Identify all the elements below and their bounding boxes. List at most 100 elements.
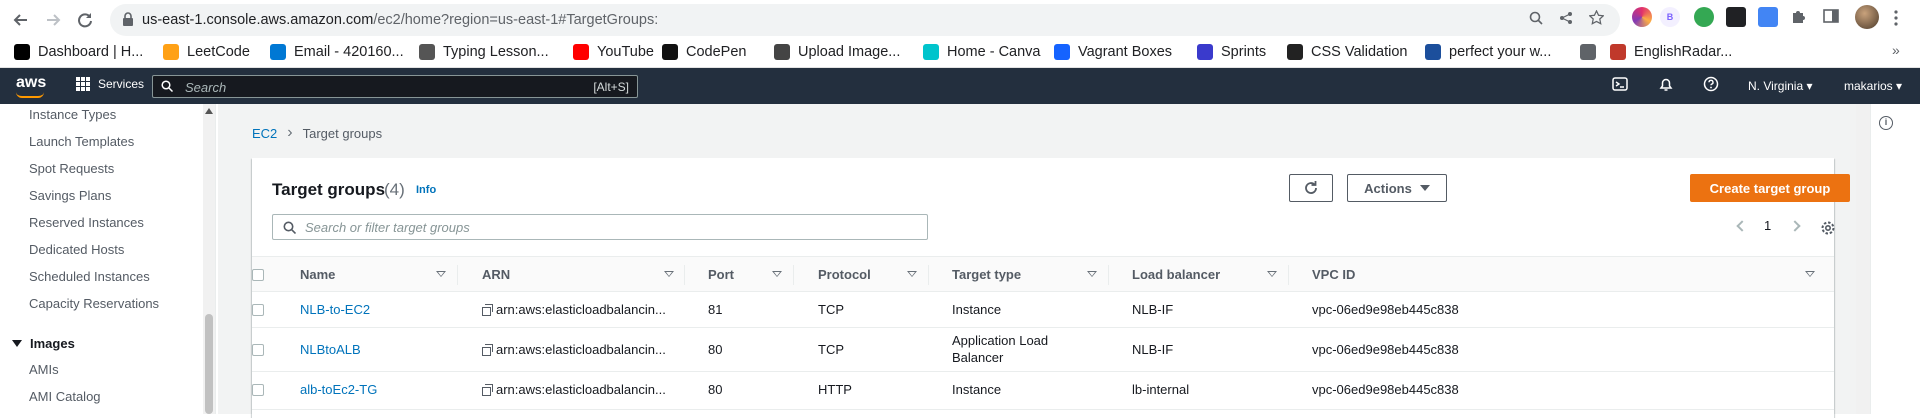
actions-button[interactable]: Actions xyxy=(1347,174,1447,202)
browser-chrome: us-east-1.console.aws.amazon.com/ec2/hom… xyxy=(0,0,1920,68)
gear-icon[interactable] xyxy=(1820,220,1836,236)
forward-icon[interactable] xyxy=(38,5,68,35)
bookmark-item[interactable]: Email - 420160... xyxy=(270,42,404,62)
target-group-name-link[interactable]: NLB-to-EC2 xyxy=(300,302,370,317)
back-icon[interactable] xyxy=(6,5,36,35)
bookmark-item[interactable]: EnglishRadar... xyxy=(1610,42,1732,62)
sort-icon[interactable] xyxy=(907,271,917,277)
sort-icon[interactable] xyxy=(1805,271,1815,277)
sidebar-section-images[interactable]: Images xyxy=(12,336,75,351)
aws-logo[interactable]: aws xyxy=(16,74,46,98)
create-target-group-button[interactable]: Create target group xyxy=(1690,174,1850,202)
zoom-icon[interactable] xyxy=(1526,10,1546,30)
bookmark-star-icon[interactable] xyxy=(1586,9,1606,30)
b-ext-icon[interactable]: B xyxy=(1660,7,1680,27)
bookmarks-overflow-icon[interactable]: » xyxy=(1892,42,1900,58)
bookmark-label: Sprints xyxy=(1221,44,1267,60)
copy-icon[interactable] xyxy=(482,343,493,356)
table-row[interactable]: NLB-to-EC2 arn:aws:elasticloadbalancin..… xyxy=(252,292,1834,328)
sidebar-item-dedicated-hosts[interactable]: Dedicated Hosts xyxy=(29,242,124,257)
share-icon[interactable] xyxy=(1556,10,1576,30)
sidepanel-icon[interactable] xyxy=(1822,7,1842,27)
sidebar-item-reserved-instances[interactable]: Reserved Instances xyxy=(29,215,144,230)
column-name[interactable]: Name xyxy=(300,267,335,282)
page-title: Target groups xyxy=(272,180,386,199)
notifications-bell-icon[interactable] xyxy=(1656,76,1676,96)
cloudshell-icon[interactable] xyxy=(1610,76,1630,96)
bookmark-item[interactable]: Home - Canva xyxy=(923,42,1040,62)
bookmark-item[interactable] xyxy=(1580,42,1604,62)
scroll-up-icon[interactable] xyxy=(205,108,213,114)
green-ext-icon[interactable] xyxy=(1694,7,1714,27)
select-all-checkbox[interactable] xyxy=(252,269,264,281)
sidebar-item-scheduled-instances[interactable]: Scheduled Instances xyxy=(29,269,150,284)
sidebar-scrollbar[interactable] xyxy=(203,104,215,414)
bookmark-item[interactable]: LeetCode xyxy=(163,42,250,62)
refresh-button[interactable] xyxy=(1289,174,1333,202)
translate-ext-icon[interactable] xyxy=(1758,7,1778,27)
sort-icon[interactable] xyxy=(772,271,782,277)
row-checkbox[interactable] xyxy=(252,344,264,356)
column-vpc-id[interactable]: VPC ID xyxy=(1312,267,1355,282)
bookmark-item[interactable]: CodePen xyxy=(662,42,746,62)
youtube-icon xyxy=(573,44,589,60)
sort-icon[interactable] xyxy=(1267,271,1277,277)
extensions-puzzle-icon[interactable] xyxy=(1790,7,1810,27)
copy-icon[interactable] xyxy=(482,303,493,316)
sort-icon[interactable] xyxy=(436,271,446,277)
bookmark-label: YouTube xyxy=(597,44,654,60)
column-target-type[interactable]: Target type xyxy=(952,267,1021,282)
copy-icon[interactable] xyxy=(482,383,493,396)
chrome-menu-icon[interactable] xyxy=(1894,10,1898,26)
sidebar-item-launch-templates[interactable]: Launch Templates xyxy=(29,134,134,149)
sidebar-item-spot-requests[interactable]: Spot Requests xyxy=(29,161,114,176)
column-arn[interactable]: ARN xyxy=(482,267,510,282)
services-menu-button[interactable]: Services xyxy=(76,77,144,91)
sidebar-item-ami-catalog[interactable]: AMI Catalog xyxy=(29,389,101,404)
console-search-input[interactable]: Search [Alt+S] xyxy=(152,75,638,98)
target-group-name-link[interactable]: alb-toEc2-TG xyxy=(300,382,377,397)
table-row[interactable]: NLBtoALB arn:aws:elasticloadbalancin... … xyxy=(252,328,1834,372)
chevron-left-icon[interactable] xyxy=(1736,219,1748,232)
bookmark-item[interactable]: CSS Validation xyxy=(1287,42,1407,62)
column-load-balancer[interactable]: Load balancer xyxy=(1132,267,1220,282)
filter-target-groups-input[interactable]: Search or filter target groups xyxy=(272,214,928,240)
bookmark-item[interactable]: Upload Image... xyxy=(774,42,900,62)
region-selector[interactable]: N. Virginia ▾ xyxy=(1748,79,1813,93)
sort-icon[interactable] xyxy=(664,271,674,277)
bookmark-item[interactable]: Sprints xyxy=(1197,42,1266,62)
profile-avatar[interactable] xyxy=(1855,5,1879,29)
row-checkbox[interactable] xyxy=(252,304,264,316)
sort-icon[interactable] xyxy=(1087,271,1097,277)
target-type-cell: Application Load xyxy=(952,333,1049,348)
table-row[interactable]: alb-toEc2-TG arn:aws:elasticloadbalancin… xyxy=(252,372,1834,410)
sidebar-item-capacity-reservations[interactable]: Capacity Reservations xyxy=(29,296,159,311)
info-panel-icon[interactable]: i xyxy=(1879,116,1893,130)
reload-icon[interactable] xyxy=(70,5,100,35)
sidebar-item-instance-types[interactable]: Instance Types xyxy=(29,107,116,122)
chevron-right-icon[interactable] xyxy=(1789,219,1801,232)
breadcrumb-ec2[interactable]: EC2 xyxy=(252,126,277,141)
bookmark-item[interactable]: Typing Lesson... xyxy=(419,42,549,62)
bookmark-item[interactable]: Vagrant Boxes xyxy=(1054,42,1172,62)
instagram-ext-icon[interactable] xyxy=(1632,7,1652,27)
bookmark-item[interactable]: YouTube xyxy=(573,42,654,62)
main-scrollbar[interactable] xyxy=(1856,104,1870,414)
address-bar[interactable]: us-east-1.console.aws.amazon.com/ec2/hom… xyxy=(110,4,1620,36)
account-menu[interactable]: makarios ▾ xyxy=(1844,79,1902,93)
sidebar-scroll-thumb[interactable] xyxy=(205,314,213,414)
row-checkbox[interactable] xyxy=(252,384,264,396)
protocol-cell: TCP xyxy=(818,342,844,357)
info-link[interactable]: Info xyxy=(416,184,436,196)
target-group-name-link[interactable]: NLBtoALB xyxy=(300,342,361,357)
sidebar-item-savings-plans[interactable]: Savings Plans xyxy=(29,188,111,203)
bookmark-item[interactable]: perfect your w... xyxy=(1425,42,1551,62)
load-balancer-cell: NLB-IF xyxy=(1132,302,1174,317)
column-protocol[interactable]: Protocol xyxy=(818,267,871,282)
column-port[interactable]: Port xyxy=(708,267,734,282)
bookmark-item[interactable]: Dashboard | H... xyxy=(14,42,143,62)
dark-ext-icon[interactable] xyxy=(1726,7,1746,27)
help-icon[interactable] xyxy=(1701,76,1721,96)
sidebar-item-amis[interactable]: AMIs xyxy=(29,362,59,377)
current-page[interactable]: 1 xyxy=(1764,218,1771,233)
